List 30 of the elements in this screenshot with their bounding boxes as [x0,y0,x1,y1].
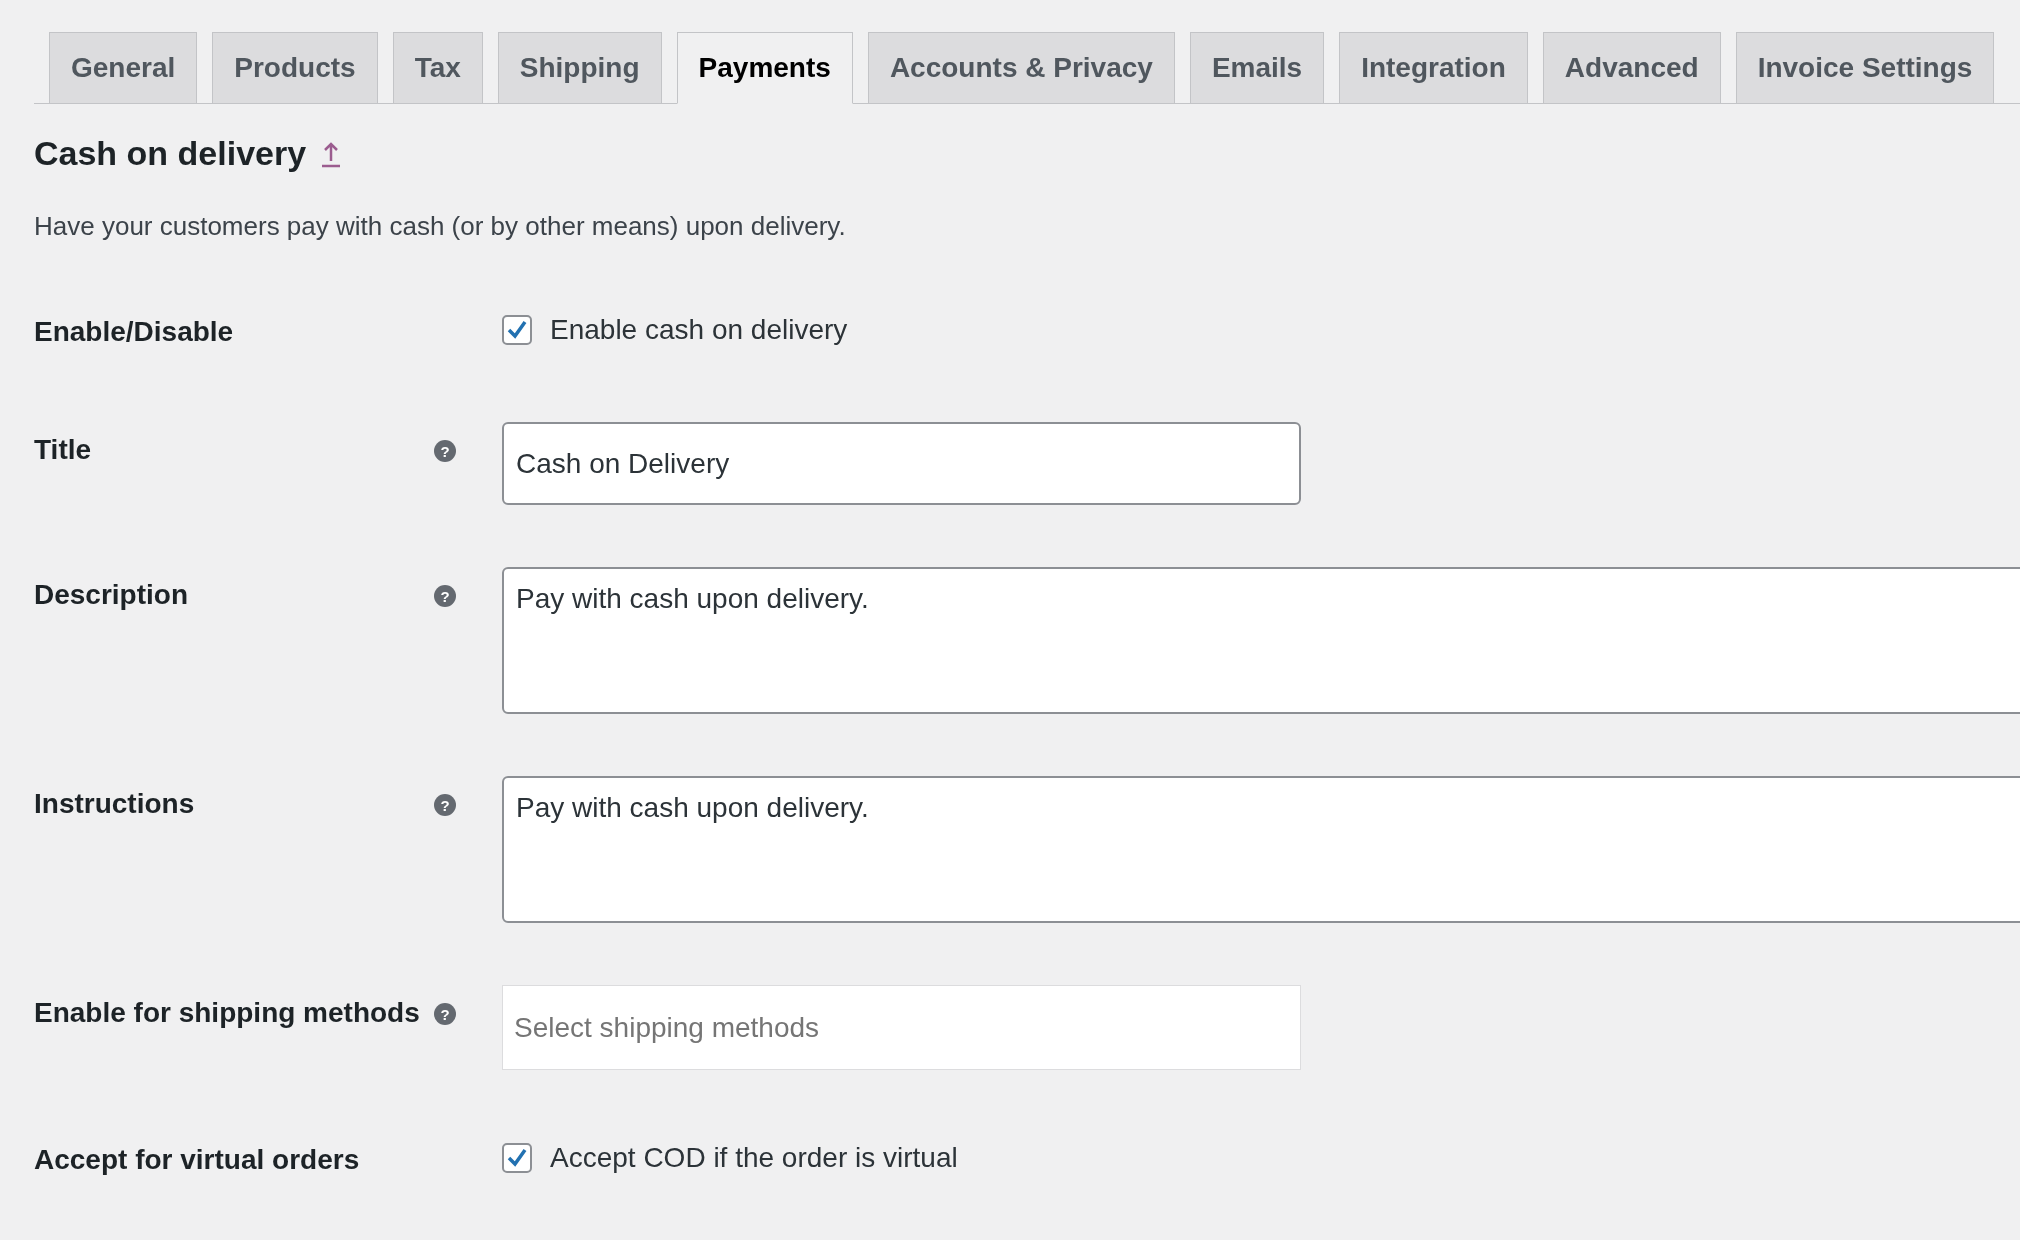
help-icon[interactable]: ? [434,440,456,462]
field-label: Accept for virtual orders [34,1143,361,1176]
tab[interactable]: Emails [1189,32,1325,103]
field-label: Instructions [34,787,196,820]
checkbox-label: Enable cash on delivery [550,314,848,346]
field-label: Title [34,433,93,466]
tab[interactable]: Shipping [497,32,662,103]
checkbox-label: Accept COD if the order is virtual [550,1142,958,1174]
tab[interactable]: Products [212,32,378,103]
help-icon[interactable]: ? [434,585,456,607]
tab[interactable]: General [49,32,198,103]
select-field[interactable]: Select shipping methods [502,985,1301,1070]
help-icon[interactable]: ? [434,794,456,816]
field-label: Enable/Disable [34,315,235,348]
tab[interactable]: Payments [676,32,853,104]
help-icon[interactable]: ? [434,1003,456,1025]
section-title: Cash on delivery [34,134,307,173]
checkbox[interactable] [502,315,532,345]
tab[interactable]: Advanced [1542,32,1721,103]
field-label: Description [34,578,190,611]
input-field[interactable]: Cash on Delivery [502,422,1301,505]
textarea-field[interactable]: Pay with cash upon delivery. [502,567,2020,714]
field-label: Enable for shipping methods [34,996,421,1029]
tab[interactable]: Tax [392,32,483,103]
textarea-field[interactable]: Pay with cash upon delivery. [502,776,2020,923]
section-description: Have your customers pay with cash (or by other means) upon delivery. [34,211,847,242]
tab[interactable]: Accounts & Privacy [867,32,1175,103]
checkbox[interactable] [502,1143,532,1173]
tab[interactable]: Invoice Settings [1735,32,1995,103]
tab[interactable]: Integration [1339,32,1528,103]
